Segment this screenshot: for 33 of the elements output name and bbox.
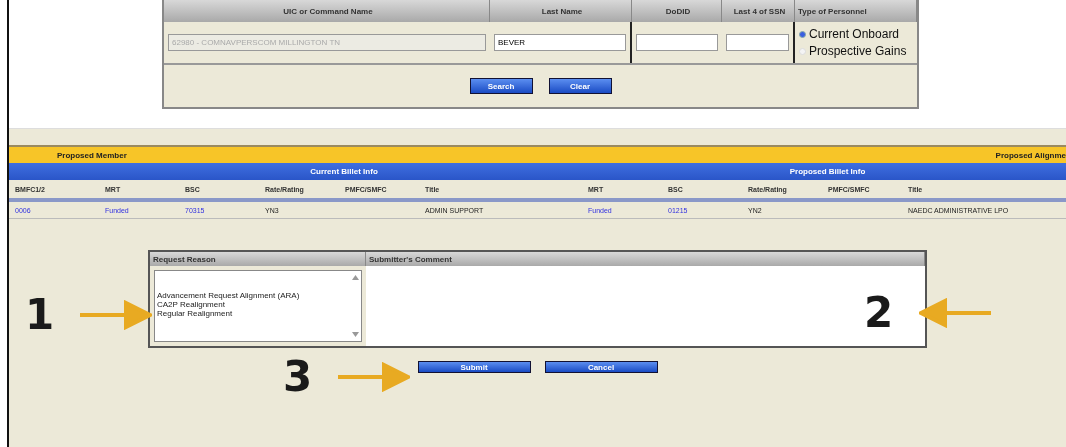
ssn-field[interactable] (726, 34, 789, 51)
action-button[interactable]: Submit (417, 361, 531, 373)
action-button[interactable]: Cancel (544, 361, 658, 373)
radio-option[interactable]: Prospective Gains (799, 44, 907, 58)
arrow-icon (919, 297, 992, 328)
list-item[interactable]: Advancement Request Alignment (ARA) (155, 291, 300, 300)
group-header: Current Billet Info (309, 167, 379, 176)
column-header: Request Reason (150, 252, 366, 266)
radio-icon[interactable] (799, 30, 806, 38)
scroll-up-icon[interactable] (352, 275, 359, 280)
dodid-field[interactable] (636, 34, 718, 51)
action-button[interactable]: Search (469, 78, 533, 94)
arrow-icon (80, 299, 153, 330)
arrow-icon (338, 361, 411, 392)
column-header: UIC or Command Name (164, 0, 490, 22)
reason-list[interactable]: Advancement Request Alignment (ARA) CA2P Realignment Regular Realignment (154, 270, 362, 342)
bar-label: Proposed Alignme (995, 150, 1066, 160)
group-header: Proposed Billet Info (788, 167, 867, 176)
column-header: Last 4 of SSN (722, 0, 795, 22)
list-item[interactable]: Regular Realignment (155, 309, 300, 318)
callout-number: 3 (283, 352, 313, 401)
radio-option[interactable]: Current Onboard (799, 27, 907, 41)
comment-field[interactable] (366, 266, 925, 346)
scroll-down-icon[interactable] (352, 332, 359, 337)
action-button[interactable]: Clear (548, 78, 612, 94)
last-name-field[interactable]: BEVER (494, 34, 626, 51)
list-item[interactable]: CA2P Realignment (155, 300, 300, 309)
column-header: Last Name (490, 0, 632, 22)
column-header: Type of Personnel (795, 0, 917, 22)
column-header: DoDID (632, 0, 722, 22)
callout-number: 2 (864, 288, 894, 337)
bar-label: Proposed Member (57, 150, 127, 160)
callout-number: 1 (25, 290, 55, 339)
